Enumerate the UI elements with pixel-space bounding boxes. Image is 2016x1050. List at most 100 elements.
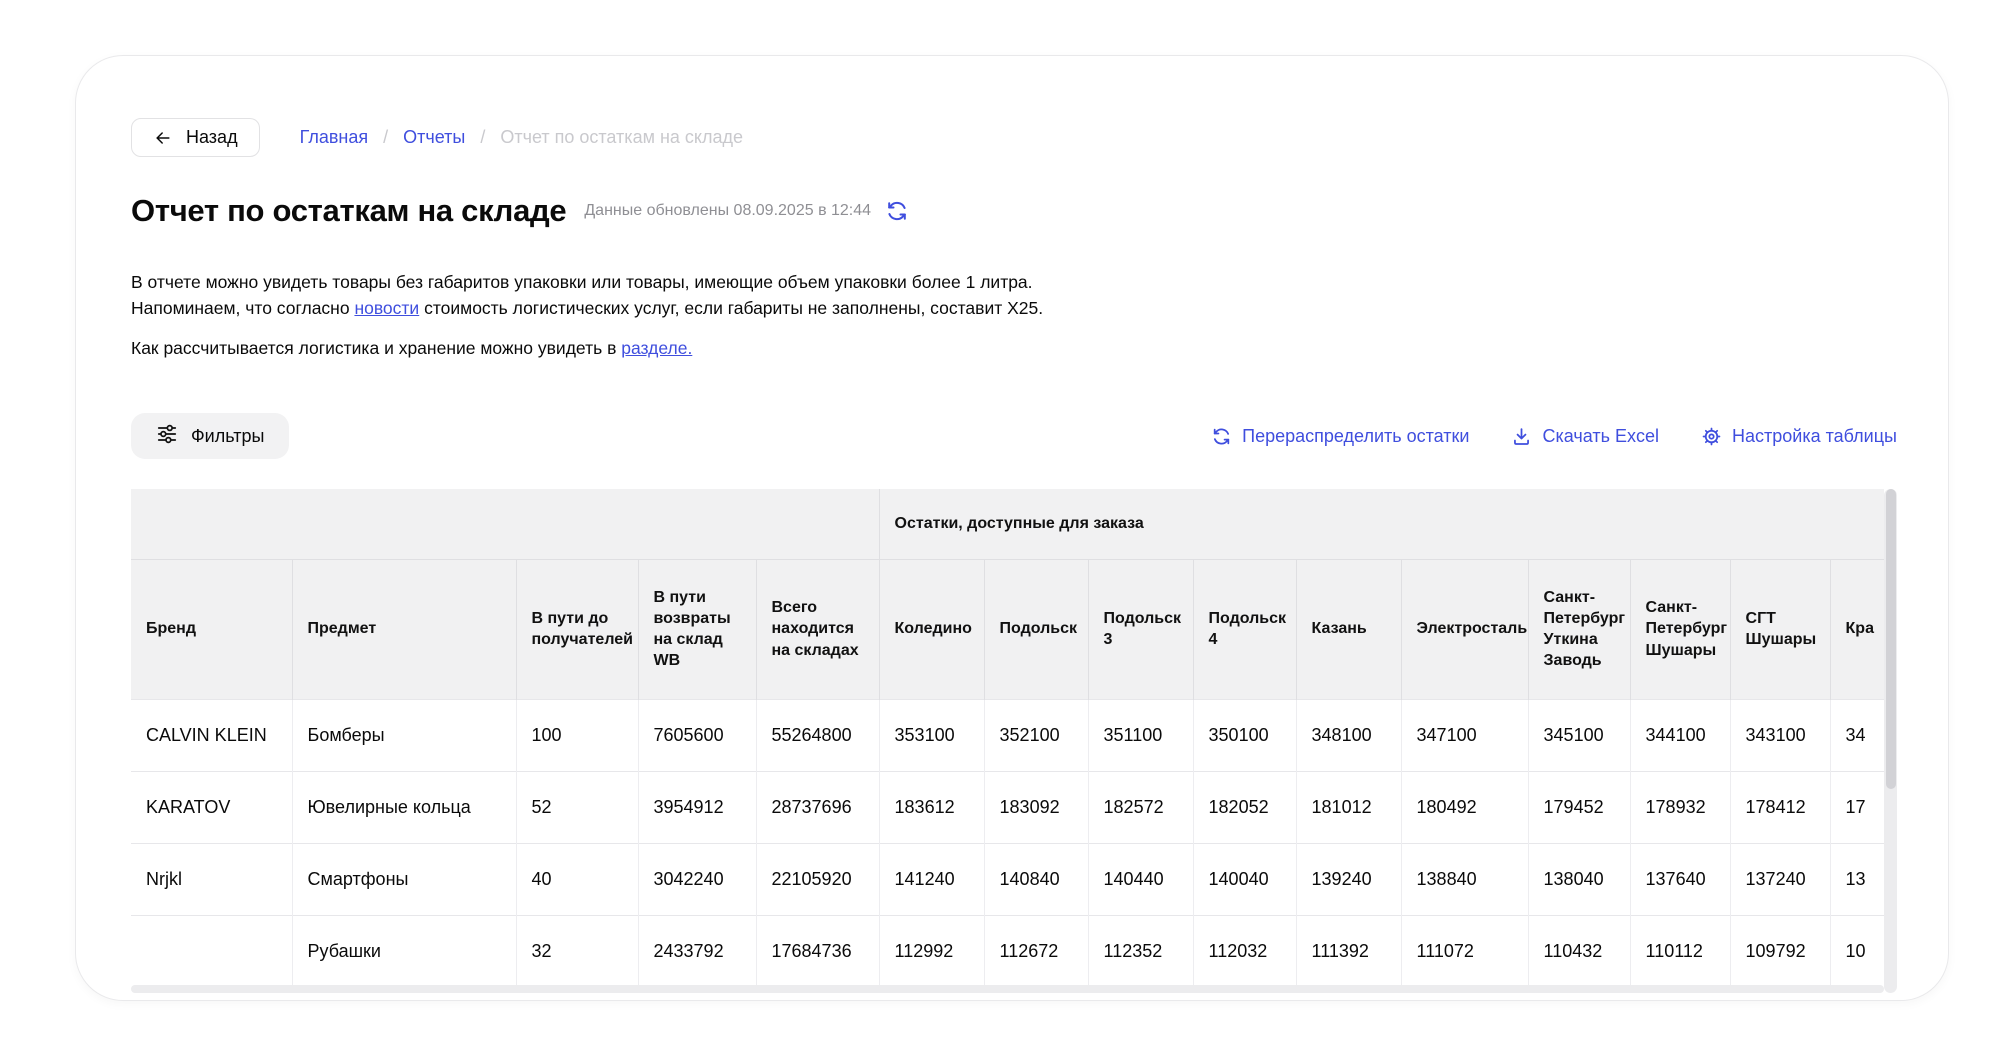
cell <box>131 915 292 985</box>
breadcrumb: Главная / Отчеты / Отчет по остаткам на … <box>300 127 743 148</box>
cell: 7605600 <box>638 699 756 771</box>
table-settings-button[interactable]: Настройка таблицы <box>1701 426 1897 447</box>
cell: 111392 <box>1296 915 1401 985</box>
table-row: CALVIN KLEINБомберы100760560055264800353… <box>131 699 1884 771</box>
cell: 182572 <box>1088 771 1193 843</box>
cell: 34 <box>1830 699 1884 771</box>
column-header: Всего находится на складах <box>756 559 879 699</box>
news-link[interactable]: новости <box>354 298 419 318</box>
cell: 137240 <box>1730 843 1830 915</box>
arrow-left-icon <box>153 128 173 148</box>
filters-button-label: Фильтры <box>191 426 264 447</box>
breadcrumb-separator: / <box>480 127 485 148</box>
top-navigation: Назад Главная / Отчеты / Отчет по остатк… <box>131 118 1948 157</box>
refresh-icon <box>885 211 909 226</box>
cell: 100 <box>516 699 638 771</box>
cell: 32 <box>516 915 638 985</box>
scrollbar-thumb[interactable] <box>1886 489 1896 789</box>
cell: 112992 <box>879 915 984 985</box>
back-button-label: Назад <box>186 127 238 148</box>
intro-line-2: Напоминаем, что согласно новости стоимос… <box>131 295 1948 321</box>
cell: Nrjkl <box>131 843 292 915</box>
cell: 112672 <box>984 915 1088 985</box>
cell: 345100 <box>1528 699 1630 771</box>
column-header: В пути до получателей <box>516 559 638 699</box>
cell: 13 <box>1830 843 1884 915</box>
cell: 40 <box>516 843 638 915</box>
logistics-hint-text: Как рассчитывается логистика и хранение … <box>131 335 1948 361</box>
table-toolbar: Фильтры Перераспределить остатки <box>131 413 1897 459</box>
cell: 109792 <box>1730 915 1830 985</box>
column-header: Казань <box>1296 559 1401 699</box>
cell: 178412 <box>1730 771 1830 843</box>
stock-table-area: Остатки, доступные для заказаБрендПредме… <box>131 489 1897 993</box>
refresh-data-button[interactable] <box>885 199 909 223</box>
cell: 352100 <box>984 699 1088 771</box>
sliders-icon <box>156 423 178 450</box>
cell: 55264800 <box>756 699 879 771</box>
cell: 17684736 <box>756 915 879 985</box>
cell: 140840 <box>984 843 1088 915</box>
group-header-available-stock: Остатки, доступные для заказа <box>879 489 1884 559</box>
cell: 179452 <box>1528 771 1630 843</box>
breadcrumb-home[interactable]: Главная <box>300 127 369 148</box>
cell: 52 <box>516 771 638 843</box>
table-row: KARATOVЮвелирные кольца52395491228737696… <box>131 771 1884 843</box>
gear-icon <box>1701 426 1722 447</box>
column-header: Бренд <box>131 559 292 699</box>
cell: 111072 <box>1401 915 1528 985</box>
column-header: Подольск <box>984 559 1088 699</box>
cell: 137640 <box>1630 843 1730 915</box>
redistribute-stock-button[interactable]: Перераспределить остатки <box>1211 426 1469 447</box>
intro-line-1: В отчете можно увидеть товары без габари… <box>131 269 1948 295</box>
horizontal-scrollbar[interactable] <box>131 985 1884 993</box>
cell: 112352 <box>1088 915 1193 985</box>
breadcrumb-current: Отчет по остаткам на складе <box>500 127 743 148</box>
cell: 2433792 <box>638 915 756 985</box>
intro-text: В отчете можно увидеть товары без габари… <box>131 269 1948 321</box>
cell: Рубашки <box>292 915 516 985</box>
cell: 3954912 <box>638 771 756 843</box>
column-header: Подольск 3 <box>1088 559 1193 699</box>
cell: 178932 <box>1630 771 1730 843</box>
updated-timestamp: Данные обновлены 08.09.2025 в 12:44 <box>584 202 871 220</box>
cell: 344100 <box>1630 699 1730 771</box>
download-excel-button[interactable]: Скачать Excel <box>1511 426 1659 447</box>
report-card: Назад Главная / Отчеты / Отчет по остатк… <box>75 55 1949 1001</box>
cell: KARATOV <box>131 771 292 843</box>
cell: 183612 <box>879 771 984 843</box>
cell: 139240 <box>1296 843 1401 915</box>
cell: 138840 <box>1401 843 1528 915</box>
column-header: Подольск 4 <box>1193 559 1296 699</box>
cell: 180492 <box>1401 771 1528 843</box>
column-header: Коледино <box>879 559 984 699</box>
table-viewport: Остатки, доступные для заказаБрендПредме… <box>131 489 1884 985</box>
column-header: Кра <box>1830 559 1884 699</box>
cell: 3042240 <box>638 843 756 915</box>
filters-button[interactable]: Фильтры <box>131 413 289 459</box>
cell: 17 <box>1830 771 1884 843</box>
stock-table: Остатки, доступные для заказаБрендПредме… <box>131 489 1884 985</box>
cell: 138040 <box>1528 843 1630 915</box>
breadcrumb-separator: / <box>383 127 388 148</box>
vertical-scrollbar[interactable] <box>1884 489 1897 993</box>
column-header: Санкт-Петербург Уткина Заводь <box>1528 559 1630 699</box>
cell: 350100 <box>1193 699 1296 771</box>
cell: 348100 <box>1296 699 1401 771</box>
cell: Ювелирные кольца <box>292 771 516 843</box>
column-header: Санкт-Петербург Шушары <box>1630 559 1730 699</box>
table-row: Рубашки322433792176847361129921126721123… <box>131 915 1884 985</box>
group-header-spacer <box>131 489 879 559</box>
column-header: В пути возвраты на склад WB <box>638 559 756 699</box>
cell: 351100 <box>1088 699 1193 771</box>
back-button[interactable]: Назад <box>131 118 260 157</box>
section-link[interactable]: разделе. <box>621 338 692 358</box>
cell: Бомберы <box>292 699 516 771</box>
cell: 347100 <box>1401 699 1528 771</box>
cell: 183092 <box>984 771 1088 843</box>
download-icon <box>1511 426 1532 447</box>
breadcrumb-reports[interactable]: Отчеты <box>403 127 465 148</box>
cell: 343100 <box>1730 699 1830 771</box>
cell: 141240 <box>879 843 984 915</box>
cell: 28737696 <box>756 771 879 843</box>
